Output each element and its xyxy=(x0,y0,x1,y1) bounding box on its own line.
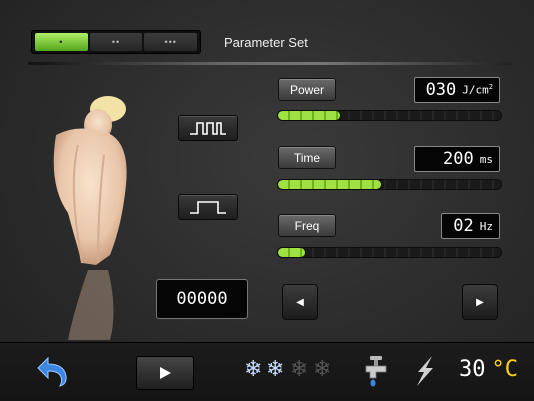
header-divider xyxy=(28,62,512,65)
freq-value: 02 xyxy=(453,216,474,236)
model-figure-image xyxy=(53,96,127,265)
freq-button[interactable]: Freq xyxy=(278,214,336,237)
right-arrow-icon: ▶ xyxy=(476,296,484,308)
power-button[interactable]: Power xyxy=(278,78,336,101)
tab-3[interactable]: ••• xyxy=(144,33,198,51)
water-tap-icon[interactable] xyxy=(362,354,390,388)
time-value: 200 xyxy=(443,149,474,169)
freq-display: 02 Hz xyxy=(441,213,500,239)
freq-level-fill xyxy=(278,248,305,257)
temperature-value: 30 xyxy=(459,357,486,382)
time-level-fill xyxy=(278,180,381,189)
time-display: 200 ms xyxy=(414,146,500,172)
power-value: 030 xyxy=(425,80,457,100)
lightning-icon xyxy=(417,356,433,386)
cooling-level-4-icon[interactable]: ❄ xyxy=(313,358,331,380)
time-unit: ms xyxy=(479,152,493,166)
multi-pulse-icon xyxy=(190,122,226,135)
time-button[interactable]: Time xyxy=(278,146,336,169)
left-arrow-icon: ◀ xyxy=(296,296,304,308)
play-icon xyxy=(160,367,171,379)
page-title: Parameter Set xyxy=(224,35,308,50)
single-pulse-mode-button[interactable] xyxy=(178,194,238,220)
back-icon[interactable] xyxy=(34,356,70,388)
power-unit: J/cm2 xyxy=(462,83,493,97)
power-level-bar[interactable] xyxy=(277,110,502,121)
cooling-level-2-icon[interactable]: ❄ xyxy=(266,358,284,380)
power-display: 030 J/cm2 xyxy=(414,77,500,103)
cooling-level-1-icon[interactable]: ❄ xyxy=(244,358,262,380)
freq-unit: Hz xyxy=(479,219,493,233)
power-level-fill xyxy=(278,111,341,120)
decrease-button[interactable]: ◀ xyxy=(282,284,318,320)
start-button[interactable] xyxy=(136,356,194,390)
model-reflection-image xyxy=(68,270,114,340)
temperature-unit: °C xyxy=(491,357,519,382)
tab-2[interactable]: •• xyxy=(89,33,143,51)
shot-counter: 00000 xyxy=(156,279,248,319)
tab-1[interactable]: • xyxy=(35,33,88,51)
screen: • •• ••• Parameter Set Power 030 J/cm2 T… xyxy=(0,0,534,401)
time-level-bar[interactable] xyxy=(277,179,502,190)
temperature-readout: 30 °C xyxy=(459,357,518,382)
page-tabs: • •• ••• xyxy=(31,30,201,54)
freq-level-bar[interactable] xyxy=(277,247,502,258)
single-pulse-icon xyxy=(190,201,226,214)
multi-pulse-mode-button[interactable] xyxy=(178,115,238,141)
increase-button[interactable]: ▶ xyxy=(462,284,498,320)
cooling-level-3-icon[interactable]: ❄ xyxy=(290,358,308,380)
